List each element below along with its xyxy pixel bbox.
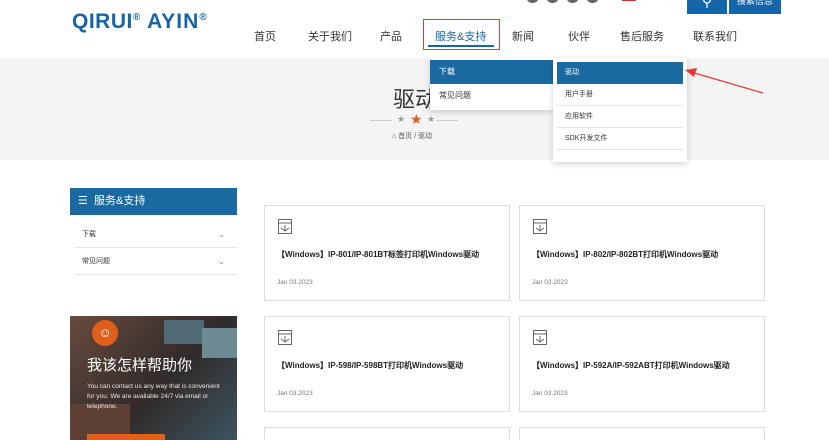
card-date: Jan 03.2023 [277, 390, 313, 397]
support-agent-icon: ☺ [92, 320, 118, 346]
card-title[interactable]: 【Windows】IP-598/IP-598BT打印机Windows驱动 [277, 360, 499, 372]
star-icon-center: ★ [410, 111, 423, 127]
search-button[interactable]: ⚲ [687, 0, 727, 14]
card-date: Jan 03.2023 [532, 279, 568, 286]
printer-download-icon [533, 330, 547, 345]
home-icon: ⌂ [392, 133, 397, 140]
star-icon: ★ [397, 114, 406, 124]
facebook-icon[interactable] [526, 0, 539, 3]
download-card[interactable]: 【Windows】IP-801/IP-801BT标签打印机Windows驱动 J… [264, 205, 510, 301]
breadcrumb-current: 驱动 [418, 133, 433, 140]
card-date: Jan 03.2023 [532, 390, 568, 397]
chevron-down-icon: ⌄ [218, 257, 225, 266]
sidebar-header: ☰ 服务&支持 [70, 188, 237, 215]
sidebar-item-label: 下载 [82, 231, 96, 238]
service-submenu: 下载 常见问题 [430, 58, 559, 110]
breadcrumb-separator: / [414, 133, 417, 140]
help-panel: ☺ 我该怎样帮助你 You can contact us any way tha… [70, 316, 237, 440]
submenu-item-driver[interactable]: 驱动 [557, 62, 683, 84]
download-card[interactable] [519, 427, 765, 440]
help-title: 我该怎样帮助你 [87, 357, 193, 374]
linkedin-icon[interactable] [566, 0, 579, 3]
site-header: QIRUI® AYIN® ☏ ✉ ⚲ 搜索信息 首页 关于我们 产品 服务&支持… [0, 0, 829, 58]
nav-partners[interactable]: 伙伴 [568, 28, 590, 44]
card-title[interactable]: 【Windows】IP-801/IP-801BT标签打印机Windows驱动 [277, 249, 499, 261]
chevron-down-icon: ⌄ [218, 230, 225, 239]
divider-line-right [436, 120, 458, 121]
card-title[interactable]: 【Windows】IP-802/IP-802BT打印机Windows驱动 [532, 249, 754, 261]
nav-contact[interactable]: 联系我们 [693, 28, 737, 44]
nav-active-underline [428, 45, 494, 47]
star-icon: ★ [427, 114, 436, 124]
printer-download-icon [278, 219, 292, 234]
download-card[interactable] [264, 427, 510, 440]
nav-home[interactable]: 首页 [254, 28, 276, 44]
search-info-button[interactable]: 搜索信息 [729, 0, 781, 14]
help-text: You can contact us any way that is conve… [87, 383, 220, 410]
submenu-item-app-software[interactable]: 应用软件 [557, 106, 683, 128]
help-contact-button[interactable] [87, 434, 165, 440]
sidebar-item-faq[interactable]: 常见问题 ⌄ [75, 249, 237, 275]
card-date: Jan 03.2023 [277, 279, 313, 286]
download-card[interactable]: 【Windows】IP-802/IP-802BT打印机Windows驱动 Jan… [519, 205, 765, 301]
phone-icon: ☏ [288, 0, 299, 3]
download-card[interactable]: 【Windows】IP-592A/IP-592ABT打印机Windows驱动 J… [519, 316, 765, 412]
sidebar-title: 服务&支持 [94, 195, 146, 207]
nav-news[interactable]: 新闻 [512, 28, 534, 44]
nav-about[interactable]: 关于我们 [308, 28, 352, 44]
printer-download-icon [278, 330, 292, 345]
search-icon: ⚲ [701, 0, 713, 9]
language-flag-icon[interactable] [622, 0, 636, 1]
submenu-item-user-manual[interactable]: 用户手册 [557, 84, 683, 106]
download-card[interactable]: 【Windows】IP-598/IP-598BT打印机Windows驱动 Jan… [264, 316, 510, 412]
nav-after-sales[interactable]: 售后服务 [620, 28, 664, 44]
sidebar-item-download[interactable]: 下载 ⌄ [75, 222, 237, 248]
twitter-icon[interactable] [546, 0, 559, 3]
card-title[interactable]: 【Windows】IP-592A/IP-592ABT打印机Windows驱动 [532, 360, 754, 372]
youtube-icon[interactable] [586, 0, 599, 3]
breadcrumb-home[interactable]: 首页 [398, 133, 412, 140]
title-divider: ★ ★ ★ [370, 111, 460, 127]
container-graphic [202, 328, 237, 358]
logo-text-main: QIRUI [72, 10, 133, 33]
list-icon: ☰ [78, 195, 88, 207]
sidebar-item-label: 常见问题 [82, 258, 110, 265]
logo-reg-mark: ® [132, 12, 141, 23]
annotation-arrow [685, 68, 764, 94]
nav-products[interactable]: 产品 [380, 28, 402, 44]
email-icon: ✉ [390, 0, 398, 3]
logo-reg-mark-2: ® [199, 12, 208, 23]
submenu-item-sdk[interactable]: SDK开发文件 [557, 128, 683, 150]
breadcrumb: ⌂ 首页 / 驱动 [392, 131, 432, 141]
submenu-item-download[interactable]: 下载 [430, 60, 553, 84]
logo-text-sub: AYIN [147, 10, 200, 33]
container-graphic [164, 320, 204, 344]
divider-line-left [370, 120, 392, 121]
download-submenu: 驱动 用户手册 应用软件 SDK开发文件 [553, 58, 687, 162]
site-logo[interactable]: QIRUI® AYIN® [72, 10, 207, 34]
printer-download-icon [533, 219, 547, 234]
submenu-item-faq[interactable]: 常见问题 [430, 84, 553, 108]
